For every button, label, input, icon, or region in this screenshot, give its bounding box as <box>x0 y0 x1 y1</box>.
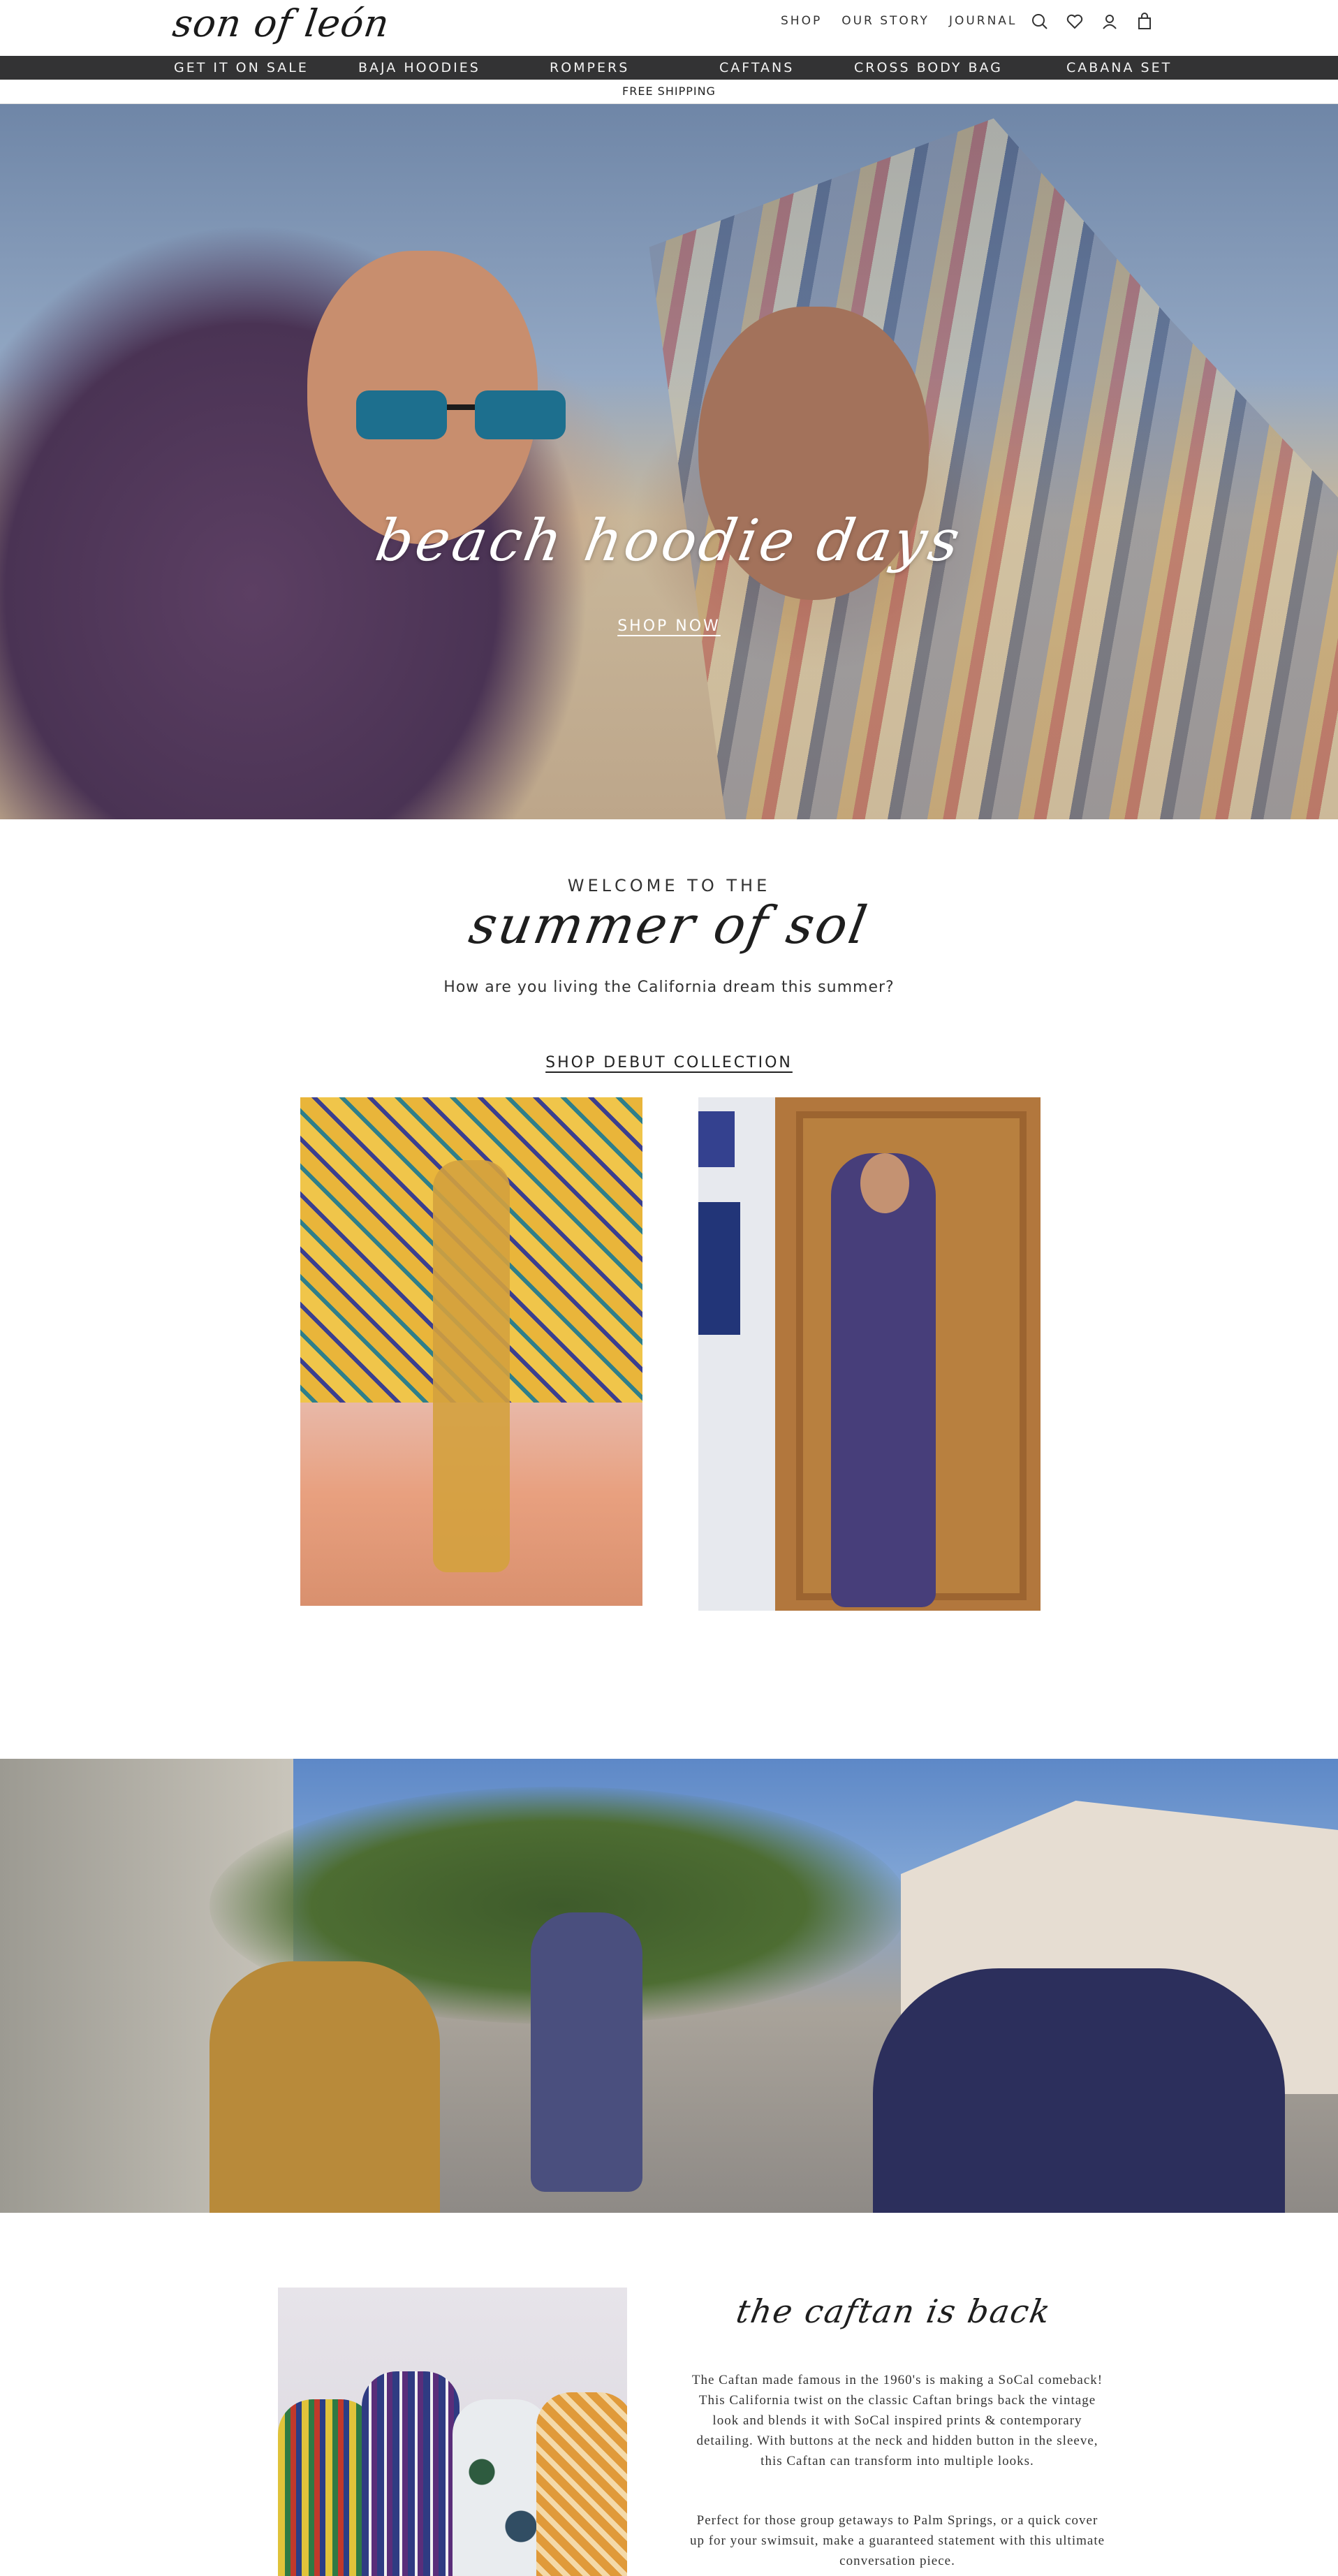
lifestyle-video-banner[interactable] <box>0 1759 1338 2213</box>
group-person <box>209 1961 440 2213</box>
category-caftans[interactable]: CAFTANS <box>719 60 794 75</box>
product-image-purple-romper[interactable] <box>698 1097 1041 1611</box>
shop-debut-wrap: SHOP DEBUT COLLECTION <box>0 1054 1338 1071</box>
caftan-description-2: Perfect for those group getaways to Palm… <box>689 2513 1105 2568</box>
caftan-title: the caftan is back <box>733 2292 1054 2330</box>
category-rompers[interactable]: ROMPERS <box>550 60 629 75</box>
category-cross-body-bag[interactable]: CROSS BODY BAG <box>854 60 1003 75</box>
top-nav: SHOP OUR STORY JOURNAL <box>781 14 1017 28</box>
caftan-model <box>453 2399 550 2576</box>
caftan-group-image[interactable] <box>278 2288 627 2576</box>
caftan-model <box>536 2392 627 2576</box>
hero-title: beach hoodie days <box>370 508 968 574</box>
welcome-subtitle: How are you living the California dream … <box>443 979 895 996</box>
nav-our-story[interactable]: OUR STORY <box>841 14 929 28</box>
search-icon[interactable] <box>1029 11 1050 32</box>
account-icon[interactable] <box>1099 11 1120 32</box>
hero-banner[interactable]: beach hoodie days SHOP NOW <box>0 104 1338 819</box>
product-image-yellow-romper[interactable] <box>300 1097 642 1606</box>
welcome-eyebrow: WELCOME TO THE <box>567 876 771 895</box>
caftan-description: The Caftan made famous in the 1960's is … <box>691 2373 1103 2468</box>
hero-cta-wrap: SHOP NOW <box>0 617 1338 635</box>
category-baja-hoodies[interactable]: BAJA HOODIES <box>358 60 480 75</box>
model-figure <box>831 1153 936 1607</box>
category-cabana-set[interactable]: CABANA SET <box>1066 60 1172 75</box>
address-sign <box>698 1111 735 1167</box>
sunglasses-image <box>356 390 566 439</box>
cart-icon[interactable] <box>1134 11 1155 32</box>
nav-shop[interactable]: SHOP <box>781 14 822 28</box>
heart-icon[interactable] <box>1064 11 1085 32</box>
mailbox <box>698 1202 740 1335</box>
shop-now-link[interactable]: SHOP NOW <box>617 617 721 635</box>
group-person <box>873 1968 1285 2213</box>
shop-debut-collection-link[interactable]: SHOP DEBUT COLLECTION <box>545 1054 793 1071</box>
category-sale[interactable]: GET IT ON SALE <box>174 60 309 75</box>
model-figure <box>433 1160 510 1572</box>
nav-journal[interactable]: JOURNAL <box>949 14 1017 28</box>
group-person <box>531 1912 642 2192</box>
announcement-bar: FREE SHIPPING <box>0 80 1338 104</box>
category-bar: GET IT ON SALE BAJA HOODIES ROMPERS CAFT… <box>0 56 1338 80</box>
header-icons <box>1029 11 1155 32</box>
model-head <box>860 1153 909 1213</box>
welcome-title: summer of sol <box>464 895 874 956</box>
caftan-model <box>362 2371 460 2576</box>
caftan-model <box>278 2399 376 2576</box>
site-header: son of león SHOP OUR STORY JOURNAL <box>0 0 1338 56</box>
logo[interactable]: son of león <box>170 1 392 45</box>
